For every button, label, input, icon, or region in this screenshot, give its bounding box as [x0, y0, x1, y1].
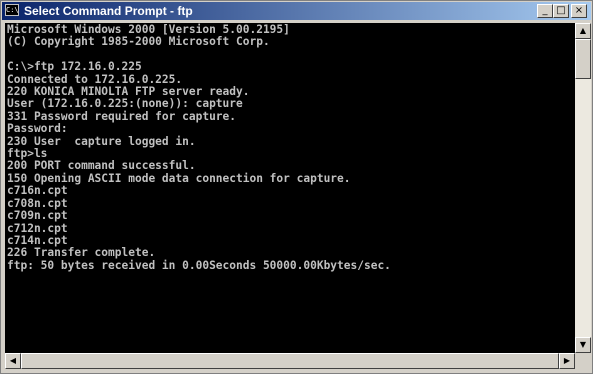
- command-prompt-icon[interactable]: C:\: [5, 4, 19, 16]
- console-line: 226 Transfer complete.: [7, 246, 156, 260]
- console-line: (C) Copyright 1985-2000 Microsoft Corp.: [7, 35, 270, 49]
- console-line: c709n.cpt: [7, 209, 68, 223]
- vertical-scrollbar[interactable]: ▲ ▼: [575, 23, 591, 353]
- console-line: c708n.cpt: [7, 196, 68, 210]
- console-line: Password:: [7, 122, 68, 136]
- scroll-left-button[interactable]: ◀: [5, 353, 21, 369]
- console-line: 220 KONICA MINOLTA FTP server ready.: [7, 85, 250, 99]
- console-line: 230 User capture logged in.: [7, 134, 196, 148]
- maximize-button[interactable]: □: [553, 4, 569, 18]
- console-line: User (172.16.0.225:(none)): capture: [7, 97, 243, 111]
- vertical-scroll-thumb[interactable]: [575, 39, 591, 79]
- resize-grip[interactable]: [575, 353, 591, 369]
- title-bar[interactable]: C:\ Select Command Prompt - ftp _ □ ×: [2, 2, 591, 20]
- horizontal-scroll-thumb[interactable]: [21, 353, 559, 369]
- minimize-button[interactable]: _: [537, 4, 553, 18]
- console-line: ftp: 50 bytes received in 0.00Seconds 50…: [7, 258, 391, 272]
- console-text: Microsoft Windows 2000 [Version 5.00.219…: [5, 23, 575, 273]
- close-button[interactable]: ×: [571, 4, 587, 18]
- console-line: Microsoft Windows 2000 [Version 5.00.219…: [7, 23, 290, 36]
- console-line: c714n.cpt: [7, 233, 68, 247]
- console-line: c712n.cpt: [7, 221, 68, 235]
- console-line: ftp>ls: [7, 147, 48, 161]
- console-line: Connected to 172.16.0.225.: [7, 72, 183, 86]
- window-title: Select Command Prompt - ftp: [24, 4, 193, 18]
- horizontal-scrollbar[interactable]: ◀ ▶: [5, 353, 575, 369]
- console-line: 331 Password required for capture.: [7, 109, 237, 123]
- console-line: 200 PORT command successful.: [7, 159, 196, 173]
- console-line: C:\>ftp 172.16.0.225: [7, 60, 142, 74]
- console-output-area[interactable]: Microsoft Windows 2000 [Version 5.00.219…: [5, 23, 575, 353]
- console-line: c716n.cpt: [7, 184, 68, 198]
- scroll-up-button[interactable]: ▲: [575, 23, 591, 39]
- scroll-right-button[interactable]: ▶: [559, 353, 575, 369]
- console-line: 150 Opening ASCII mode data connection f…: [7, 171, 351, 185]
- scroll-down-button[interactable]: ▼: [575, 337, 591, 353]
- command-prompt-window: C:\ Select Command Prompt - ftp _ □ × Mi…: [0, 0, 593, 374]
